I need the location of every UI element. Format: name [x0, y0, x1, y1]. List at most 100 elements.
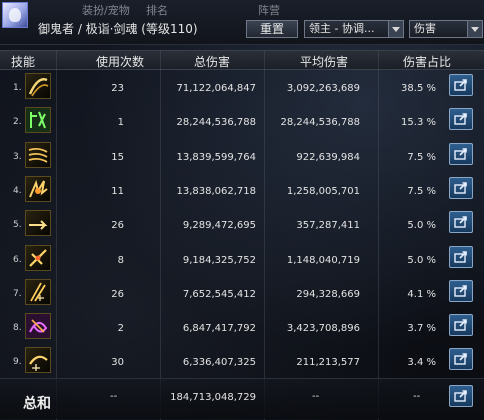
avg-damage: 922,639,984 [296, 151, 360, 163]
total-damage: 13,838,062,718 [176, 185, 256, 197]
table-row: 5. 26 9,289,472,695 357,287,411 5.0 % [0, 207, 484, 240]
share-button[interactable] [449, 74, 473, 96]
row-rank: 8. [13, 323, 22, 334]
share-button[interactable] [449, 108, 473, 131]
boss-select[interactable]: 领主 - 协调... [304, 20, 404, 38]
share-icon [454, 216, 467, 228]
avg-damage: 3,423,708,896 [286, 323, 360, 335]
row-rank: 3. [13, 151, 22, 162]
avg-damage: 1,148,040,719 [286, 254, 360, 266]
background-tab-cosmetics: 装扮/宠物 [82, 4, 130, 17]
avg-damage: 1,258,005,701 [286, 185, 360, 197]
chevron-down-icon [388, 21, 403, 37]
share-button[interactable] [449, 211, 473, 234]
skill-icon [25, 278, 51, 305]
table-row: 3. 15 13,839,599,764 922,639,984 7.5 % [0, 139, 484, 172]
flow-arc-icon [29, 356, 48, 372]
row-rank: 2. [13, 117, 22, 128]
total-damage: 28,244,536,788 [176, 117, 256, 129]
burst-slash-icon [29, 179, 48, 198]
damage-share: 5.0 % [407, 220, 436, 232]
background-tab-faction: 阵营 [258, 4, 280, 17]
boss-select-value: 领主 - 协调... [309, 22, 375, 35]
share-icon [454, 79, 467, 91]
column-header-skill[interactable]: 技能 [2, 53, 44, 70]
skill-icon [25, 175, 51, 202]
table-row: 9. 30 6,336,407,325 211,213,577 3.4 % [0, 344, 484, 377]
damage-stats-panel: 装扮/宠物 排名 阵营 御鬼者 / 极诣·剑魂 (等级110) 重置 领主 - … [0, 0, 484, 420]
row-rank: 7. [13, 288, 22, 299]
damage-share: 15.3 % [401, 117, 436, 129]
character-avatar [2, 2, 28, 28]
uses-count: 15 [111, 151, 124, 163]
skill-icon [25, 73, 51, 99]
total-damage: 6,336,407,325 [182, 357, 256, 369]
metric-select-value: 伤害 [414, 22, 436, 35]
avg-damage: 357,287,411 [296, 220, 360, 232]
summary-row: 总和 -- 184,713,048,729 -- -- [0, 378, 484, 419]
uses-count: 2 [117, 323, 124, 335]
skill-icon [25, 313, 51, 340]
share-icon [454, 390, 467, 402]
total-damage: 7,652,545,412 [182, 288, 256, 300]
share-button[interactable] [449, 348, 473, 371]
share-button[interactable] [449, 385, 473, 407]
summary-damage-share: -- [413, 391, 421, 402]
column-header-avg-damage[interactable]: 平均伤害 [280, 53, 368, 70]
flow-blade-icon [30, 282, 46, 302]
uses-count: 8 [117, 254, 124, 266]
skill-icon [25, 107, 51, 134]
avg-damage: 211,213,577 [296, 357, 360, 369]
damage-share: 3.7 % [407, 323, 436, 335]
metric-select[interactable]: 伤害 [409, 20, 483, 38]
triple-slash-icon [28, 147, 48, 163]
damage-share: 38.5 % [401, 83, 436, 94]
table-row: 7. 26 7,652,545,412 294,328,669 4.1 % [0, 276, 484, 309]
share-button[interactable] [449, 279, 473, 302]
share-button[interactable] [449, 314, 473, 337]
skill-icon [25, 141, 51, 168]
panel-header: 装扮/宠物 排名 阵营 御鬼者 / 极诣·剑魂 (等级110) 重置 领主 - … [0, 0, 484, 45]
cross-blade-icon [29, 248, 47, 267]
chevron-down-icon [467, 21, 482, 37]
avg-damage: 3,092,263,689 [286, 83, 360, 94]
share-icon [454, 250, 467, 263]
skill-icon [25, 347, 51, 374]
column-header-total-damage[interactable]: 总伤害 [168, 53, 256, 70]
purple-swirl-icon [26, 314, 50, 339]
column-header-damage-share[interactable]: 伤害占比 [396, 53, 458, 70]
table-row: 1. 23 71,122,064,847 3,092,263,689 38.5 % [0, 70, 484, 103]
share-button[interactable] [449, 245, 473, 268]
uses-count: 30 [111, 357, 124, 369]
total-damage: 9,184,325,752 [182, 254, 256, 266]
share-button[interactable] [449, 142, 473, 165]
share-button[interactable] [449, 176, 473, 199]
avg-damage: 294,328,669 [296, 288, 360, 300]
row-rank: 4. [13, 185, 22, 196]
skill-icon [25, 210, 51, 237]
row-rank: 1. [13, 83, 22, 93]
damage-share: 7.5 % [407, 151, 436, 163]
reset-button[interactable]: 重置 [246, 20, 298, 38]
total-damage: 6,847,417,792 [182, 323, 256, 335]
share-icon [454, 353, 467, 366]
uses-count: 26 [111, 288, 124, 300]
table-row: 8. 2 6,847,417,792 3,423,708,896 3.7 % [0, 310, 484, 343]
crescent-slash-icon [28, 78, 49, 97]
table-row: 2. 1 28,244,536,788 28,244,536,788 15.3 % [0, 104, 484, 137]
summary-avg-damage: -- [312, 391, 320, 402]
share-icon [454, 147, 467, 160]
uses-count: 11 [111, 185, 124, 197]
damage-share: 7.5 % [407, 185, 436, 197]
green-glyph-icon [26, 108, 50, 133]
total-damage: 9,289,472,695 [182, 220, 256, 232]
table-row: 6. 8 9,184,325,752 1,148,040,719 5.0 % [0, 242, 484, 275]
damage-share: 5.0 % [407, 254, 436, 266]
row-rank: 6. [13, 254, 22, 265]
background-tab-ranking: 排名 [146, 4, 168, 17]
summary-total-damage: 184,713,048,729 [170, 392, 256, 403]
column-header-uses[interactable]: 使用次数 [80, 53, 160, 70]
skill-icon [25, 244, 51, 271]
damage-share: 3.4 % [407, 357, 436, 369]
uses-count: 26 [111, 220, 124, 232]
